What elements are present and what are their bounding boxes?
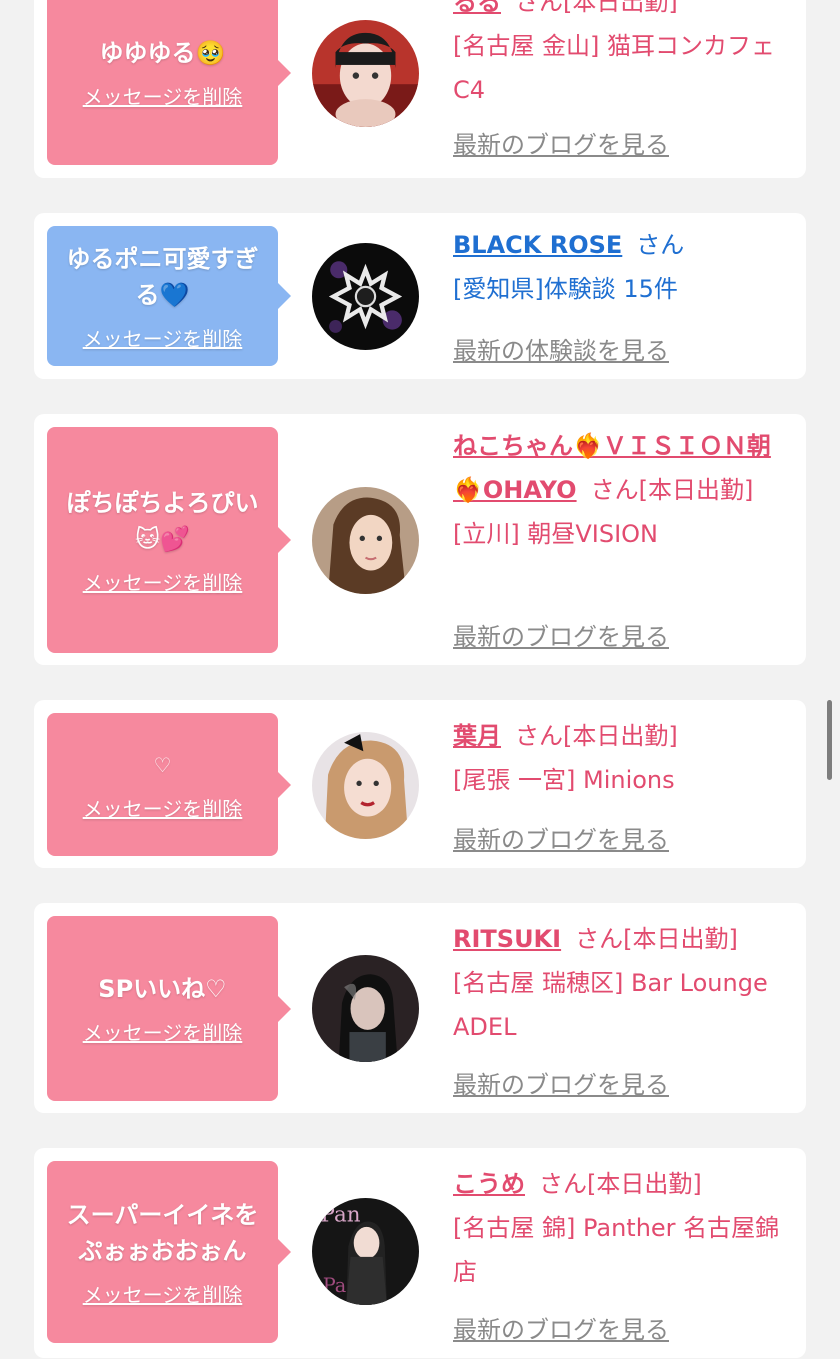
girl-info: こうめ さん[本日出勤] [名古屋 錦] Panther 名古屋錦店 — [453, 1162, 793, 1294]
latest-blog-link[interactable]: 最新のブログを見る — [453, 820, 669, 855]
black-rose-logo — [312, 243, 419, 350]
shop-text: [尾張 一宮] Minions — [453, 766, 675, 794]
status-text: さん[本日出勤] — [590, 476, 754, 504]
status-text: さん[本日出勤] — [539, 1170, 702, 1198]
message-bubble: ゆるポニ可愛すぎる💙 メッセージを削除 — [47, 226, 291, 366]
delete-message-link[interactable]: メッセージを削除 — [83, 81, 243, 110]
girl-name-link[interactable]: るる — [453, 0, 501, 16]
favorite-card: ぽちぽちよろぴい🐱💕 メッセージを削除 ねこちゃん❤️‍🔥ＶＩＳＩＯＮ朝❤️‍🔥… — [34, 414, 806, 665]
status-text: さん[本日出勤] — [575, 925, 738, 953]
favorite-card: ゆゆゆる🥹 メッセージを削除 るる さん[本日出勤] [名古屋 金山] 猫耳コンカ… — [34, 0, 806, 178]
avatar[interactable] — [312, 487, 419, 594]
girl-name-link[interactable]: 葉月 — [453, 722, 501, 750]
shop-text: [名古屋 瑞穂区] Bar Lounge ADEL — [453, 969, 768, 1041]
message-text: スーパーイイネをぷぉぉおおぉん — [66, 1200, 259, 1265]
avatar[interactable]: Pan Pa — [312, 1198, 419, 1305]
scrollbar-thumb[interactable] — [827, 700, 832, 780]
message-text: SPいいね♡ — [98, 975, 227, 1003]
latest-blog-link[interactable]: 最新のブログを見る — [453, 125, 669, 160]
delete-message-link[interactable]: メッセージを削除 — [83, 1017, 243, 1046]
favorite-card: ♡ メッセージを削除 葉月 さん[本日出勤] [尾張 一宮] Minions 最新… — [34, 700, 806, 868]
shop-text: [名古屋 金山] 猫耳コンカフェ C4 — [453, 32, 775, 104]
shop-info: BLACK ROSE さん [愛知県]体験談 15件 — [453, 223, 793, 311]
favorite-card: スーパーイイネをぷぉぉおおぉん メッセージを削除 Pan Pa こうめ さん[本日… — [34, 1148, 806, 1358]
suffix-text: さん — [636, 231, 685, 259]
avatar-image — [312, 20, 419, 127]
shop-name-link[interactable]: BLACK ROSE — [453, 231, 622, 259]
delete-message-link[interactable]: メッセージを削除 — [83, 323, 243, 352]
avatar[interactable] — [312, 20, 419, 127]
latest-blog-link[interactable]: 最新のブログを見る — [453, 1065, 669, 1100]
message-bubble: ♡ メッセージを削除 — [47, 713, 291, 856]
status-text: さん[本日出勤] — [515, 0, 678, 16]
message-bubble: ぽちぽちよろぴい🐱💕 メッセージを削除 — [47, 427, 291, 653]
delete-message-link[interactable]: メッセージを削除 — [83, 793, 243, 822]
girl-info: RITSUKI さん[本日出勤] [名古屋 瑞穂区] Bar Lounge ADE… — [453, 917, 793, 1049]
message-text: ♡ — [153, 753, 172, 777]
svg-text:Pan: Pan — [321, 1203, 361, 1228]
latest-blog-link[interactable]: 最新のブログを見る — [453, 1310, 669, 1345]
message-text: ゆゆゆる🥹 — [99, 39, 226, 67]
message-bubble: スーパーイイネをぷぉぉおおぉん メッセージを削除 — [47, 1161, 291, 1343]
message-text: ゆるポニ可愛すぎる💙 — [66, 244, 259, 309]
message-bubble: ゆゆゆる🥹 メッセージを削除 — [47, 0, 291, 165]
favorite-card: SPいいね♡ メッセージを削除 RITSUKI さん[本日出勤] [名古屋 瑞穂区… — [34, 903, 806, 1113]
girl-info: るる さん[本日出勤] [名古屋 金山] 猫耳コンカフェ C4 — [453, 0, 793, 112]
delete-message-link[interactable]: メッセージを削除 — [83, 567, 243, 596]
svg-text:Pa: Pa — [323, 1274, 347, 1297]
avatar-image: Pan Pa — [312, 1198, 419, 1305]
avatar[interactable] — [312, 732, 419, 839]
avatar[interactable] — [312, 243, 419, 350]
latest-blog-link[interactable]: 最新のブログを見る — [453, 617, 669, 652]
avatar-image — [312, 732, 419, 839]
girl-info: ねこちゃん❤️‍🔥ＶＩＳＩＯＮ朝❤️‍🔥OHAYO さん[本日出勤] [立川] 朝… — [453, 424, 793, 556]
shop-text: [立川] 朝昼VISION — [453, 520, 659, 548]
delete-message-link[interactable]: メッセージを削除 — [83, 1279, 243, 1308]
message-text: ぽちぽちよろぴい🐱💕 — [66, 488, 259, 553]
review-count-text: [愛知県]体験談 15件 — [453, 275, 678, 303]
message-bubble: SPいいね♡ メッセージを削除 — [47, 916, 291, 1101]
latest-review-link[interactable]: 最新の体験談を見る — [453, 331, 669, 366]
girl-info: 葉月 さん[本日出勤] [尾張 一宮] Minions — [453, 714, 793, 802]
girl-name-link[interactable]: こうめ — [453, 1170, 525, 1198]
favorite-card: ゆるポニ可愛すぎる💙 メッセージを削除 BLACK ROSE さん [愛知県]体験… — [34, 213, 806, 379]
status-text: さん[本日出勤] — [515, 722, 678, 750]
avatar[interactable] — [312, 955, 419, 1062]
avatar-image — [312, 955, 419, 1062]
shop-text: [名古屋 錦] Panther 名古屋錦店 — [453, 1214, 780, 1286]
avatar-image — [312, 487, 419, 594]
girl-name-link[interactable]: RITSUKI — [453, 925, 561, 953]
